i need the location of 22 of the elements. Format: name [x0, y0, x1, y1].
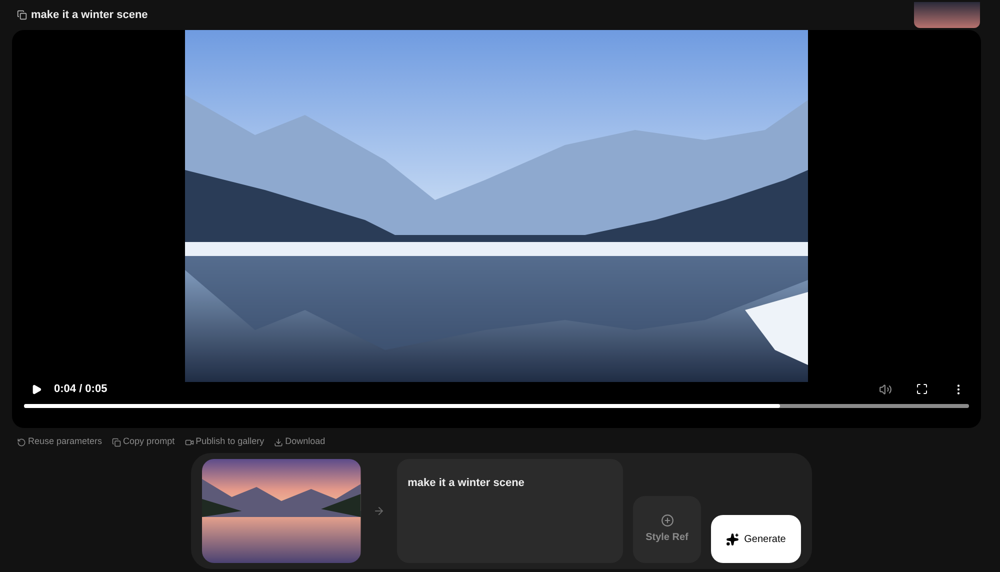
- generate-button[interactable]: Generate: [711, 515, 801, 563]
- copy-icon: [17, 10, 27, 20]
- circular-arrow-icon: [17, 438, 26, 446]
- play-icon: [30, 384, 42, 394]
- video-thumbnail[interactable]: [914, 2, 980, 28]
- arrow-icon: [372, 505, 385, 517]
- download-icon: [274, 438, 284, 446]
- copy-icon: [112, 438, 122, 446]
- action-link[interactable]: Copy prompt: [112, 435, 175, 449]
- sparkle-icon: [726, 532, 740, 546]
- volume-icon[interactable]: [879, 382, 892, 396]
- video-camera-icon: [184, 438, 194, 446]
- prompt-field[interactable]: make it a winter scene: [396, 459, 623, 563]
- action-link[interactable]: Download: [274, 435, 326, 449]
- progress-track[interactable]: [24, 404, 969, 408]
- time-display: 0:04 / 0:05: [54, 382, 108, 397]
- fullscreen-icon[interactable]: [916, 383, 928, 395]
- prompt-title: make it a winter scene: [31, 8, 148, 23]
- style-ref-button[interactable]: Style Ref: [633, 496, 701, 563]
- action-link[interactable]: Publish to gallery: [184, 435, 264, 449]
- action-link[interactable]: Reuse parameters: [17, 435, 102, 449]
- plus-icon: [660, 514, 674, 527]
